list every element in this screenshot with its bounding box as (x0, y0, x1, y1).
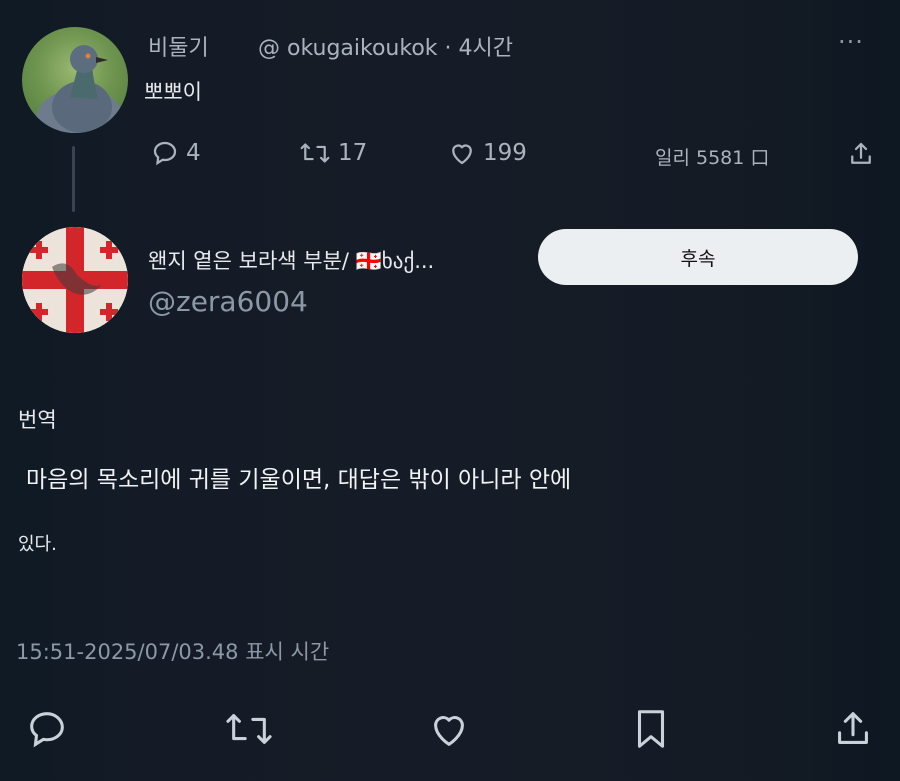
comment-icon (153, 141, 177, 166)
share-icon[interactable] (846, 139, 876, 173)
heart-icon (434, 716, 464, 746)
bookmark-icon (637, 710, 665, 748)
post-handle-time: @ okugaikoukok · 4시간 (258, 36, 513, 61)
post-text: 뽀뽀이 (144, 80, 202, 104)
repost-icon (226, 714, 272, 744)
post-timestamp: 15:51-2025/07/03.48 표시 시간 (16, 640, 330, 664)
like-count[interactable]: 199 (447, 138, 527, 168)
post-author-name[interactable]: 비둘기 (148, 30, 209, 62)
like-count-label: 199 (483, 140, 527, 166)
reply-author-name[interactable]: 왠지 옅은 보라색 부분/ 🇬🇪ხაქ... (148, 245, 434, 275)
comment-icon (30, 712, 64, 748)
pigeon-image (36, 45, 124, 133)
bookmark-button[interactable] (628, 706, 674, 756)
like-button[interactable] (426, 706, 472, 756)
thread-line (72, 146, 75, 212)
repost-count-label: 17 (338, 140, 368, 166)
share-button[interactable] (830, 706, 876, 756)
reply-text-line2: 있다. (18, 534, 57, 555)
reply-text-line1: 마음의 목소리에 귀를 기울이면, 대답은 밖이 아니라 안에 (26, 467, 572, 493)
reply-button[interactable] (24, 706, 70, 756)
heart-icon (452, 144, 472, 165)
repost-icon (300, 143, 330, 163)
avatar-pigeon[interactable] (22, 27, 128, 133)
view-count[interactable]: 일리 5581 口 (655, 143, 769, 170)
share-icon (838, 712, 868, 744)
repost-count[interactable]: 17 (298, 138, 367, 168)
reply-count-label: 4 (186, 140, 201, 166)
avatar-georgian-flag[interactable] (22, 227, 128, 333)
repost-button[interactable] (222, 706, 276, 756)
reply-author-handle[interactable]: @zera6004 (148, 285, 308, 318)
georgian-flag-image (22, 227, 128, 333)
reply-count[interactable]: 4 (150, 138, 201, 168)
more-options-icon[interactable]: ··· (838, 28, 864, 56)
follow-button[interactable]: 후속 (538, 229, 858, 285)
follow-button-label: 후속 (680, 247, 716, 270)
translate-label[interactable]: 번역 (18, 404, 57, 434)
